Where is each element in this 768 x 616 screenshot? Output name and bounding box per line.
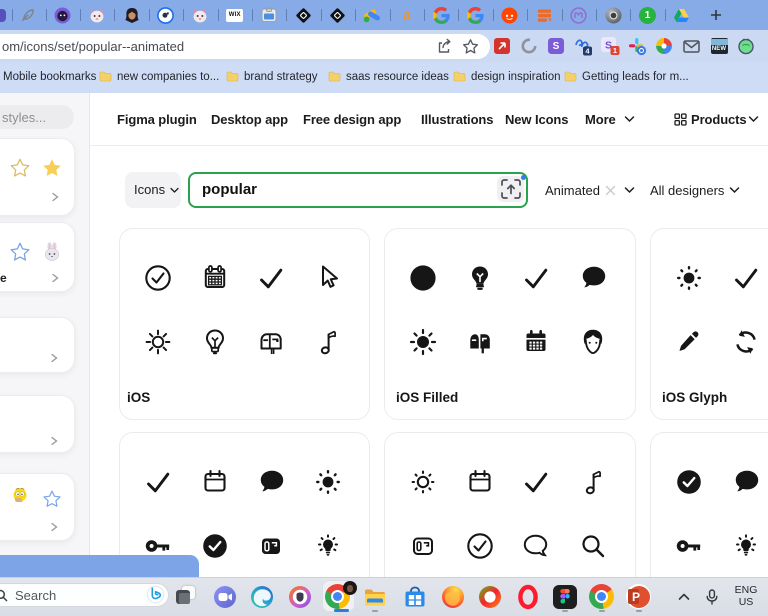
- svg-text:1: 1: [613, 46, 617, 55]
